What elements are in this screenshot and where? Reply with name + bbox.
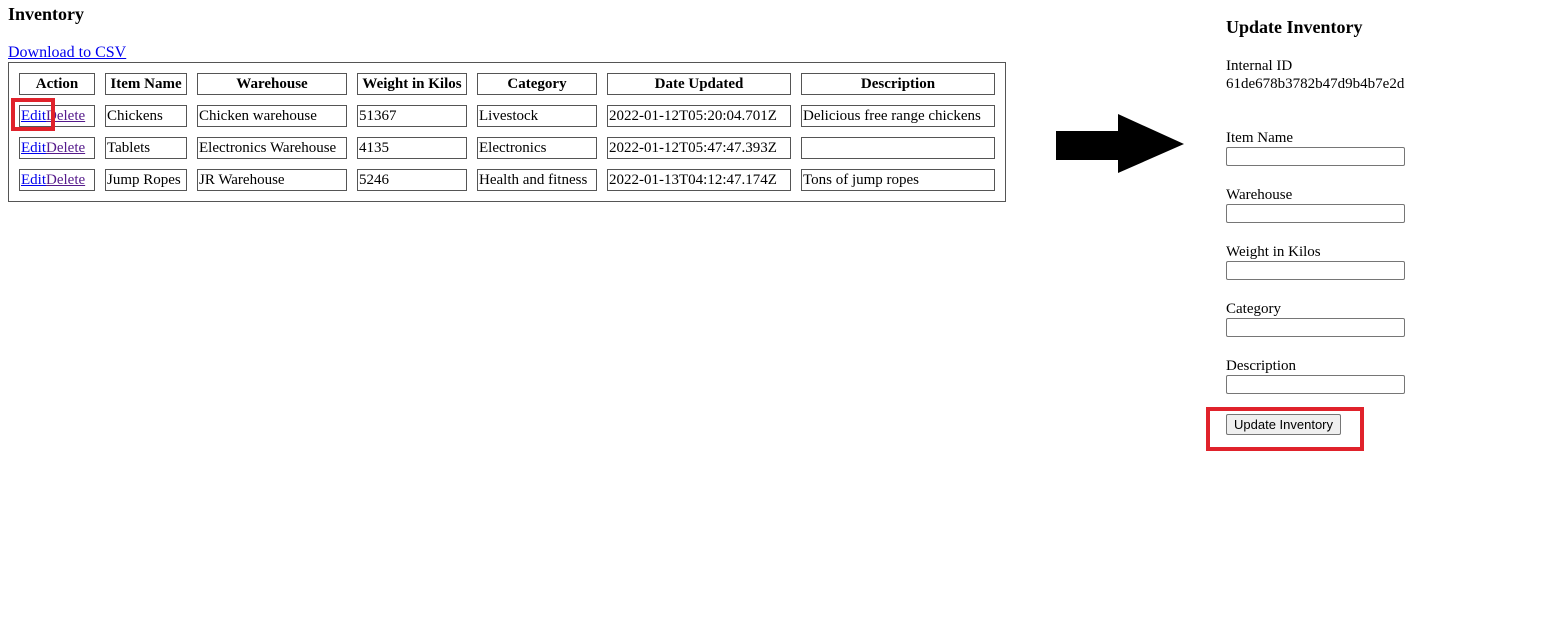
edit-link[interactable]: Edit (21, 172, 46, 188)
date-updated-cell: 2022-01-13T04:12:47.174Z (607, 169, 791, 191)
item-name-input[interactable] (1226, 147, 1405, 166)
internal-id-value: 61de678b3782b47d9b4b7e2d (1226, 76, 1405, 92)
description-cell: Tons of jump ropes (801, 169, 995, 191)
download-csv-link[interactable]: Download to CSV (8, 44, 126, 62)
table-row: EditDelete Tablets Electronics Warehouse… (19, 137, 995, 159)
inventory-table: Action Item Name Warehouse Weight in Kil… (8, 62, 1006, 202)
weight-cell: 4135 (357, 137, 467, 159)
screenshot-stage: Inventory Download to CSV Action Item Na… (0, 0, 1560, 624)
weight-cell: 5246 (357, 169, 467, 191)
edit-highlight-box (11, 98, 55, 131)
warehouse-input[interactable] (1226, 204, 1405, 223)
item-name-cell: Jump Ropes (105, 169, 187, 191)
column-header-action: Action (19, 73, 95, 95)
category-cell: Health and fitness (477, 169, 597, 191)
form-title: Update Inventory (1226, 17, 1363, 37)
right-arrow-icon (1056, 114, 1184, 173)
description-cell (801, 137, 995, 159)
page-title: Inventory (8, 4, 84, 24)
item-name-cell: Chickens (105, 105, 187, 127)
delete-link[interactable]: Delete (46, 172, 85, 188)
weight-cell: 51367 (357, 105, 467, 127)
weight-input[interactable] (1226, 261, 1405, 280)
column-header-warehouse: Warehouse (197, 73, 347, 95)
description-cell: Delicious free range chickens (801, 105, 995, 127)
date-updated-cell: 2022-01-12T05:20:04.701Z (607, 105, 791, 127)
internal-id-label: Internal ID (1226, 58, 1293, 74)
delete-link[interactable]: Delete (46, 140, 85, 156)
warehouse-label: Warehouse (1226, 187, 1293, 203)
update-inventory-form: Update Inventory Internal ID 61de678b378… (1226, 16, 1546, 435)
warehouse-cell: Electronics Warehouse (197, 137, 347, 159)
warehouse-cell: JR Warehouse (197, 169, 347, 191)
category-cell: Electronics (477, 137, 597, 159)
table-header-row: Action Item Name Warehouse Weight in Kil… (19, 73, 995, 95)
action-cell: EditDelete (19, 137, 95, 159)
description-label: Description (1226, 358, 1296, 374)
column-header-description: Description (801, 73, 995, 95)
table-row: EditDelete Jump Ropes JR Warehouse 5246 … (19, 169, 995, 191)
item-name-cell: Tablets (105, 137, 187, 159)
update-button-highlight-box (1206, 407, 1364, 451)
column-header-weight: Weight in Kilos (357, 73, 467, 95)
warehouse-cell: Chicken warehouse (197, 105, 347, 127)
edit-link[interactable]: Edit (21, 140, 46, 156)
column-header-item-name: Item Name (105, 73, 187, 95)
category-cell: Livestock (477, 105, 597, 127)
column-header-category: Category (477, 73, 597, 95)
table-row: EditDelete Chickens Chicken warehouse 51… (19, 105, 995, 127)
weight-label: Weight in Kilos (1226, 244, 1321, 260)
action-cell: EditDelete (19, 169, 95, 191)
date-updated-cell: 2022-01-12T05:47:47.393Z (607, 137, 791, 159)
column-header-date-updated: Date Updated (607, 73, 791, 95)
category-label: Category (1226, 301, 1281, 317)
description-input[interactable] (1226, 375, 1405, 394)
category-input[interactable] (1226, 318, 1405, 337)
item-name-label: Item Name (1226, 130, 1294, 146)
